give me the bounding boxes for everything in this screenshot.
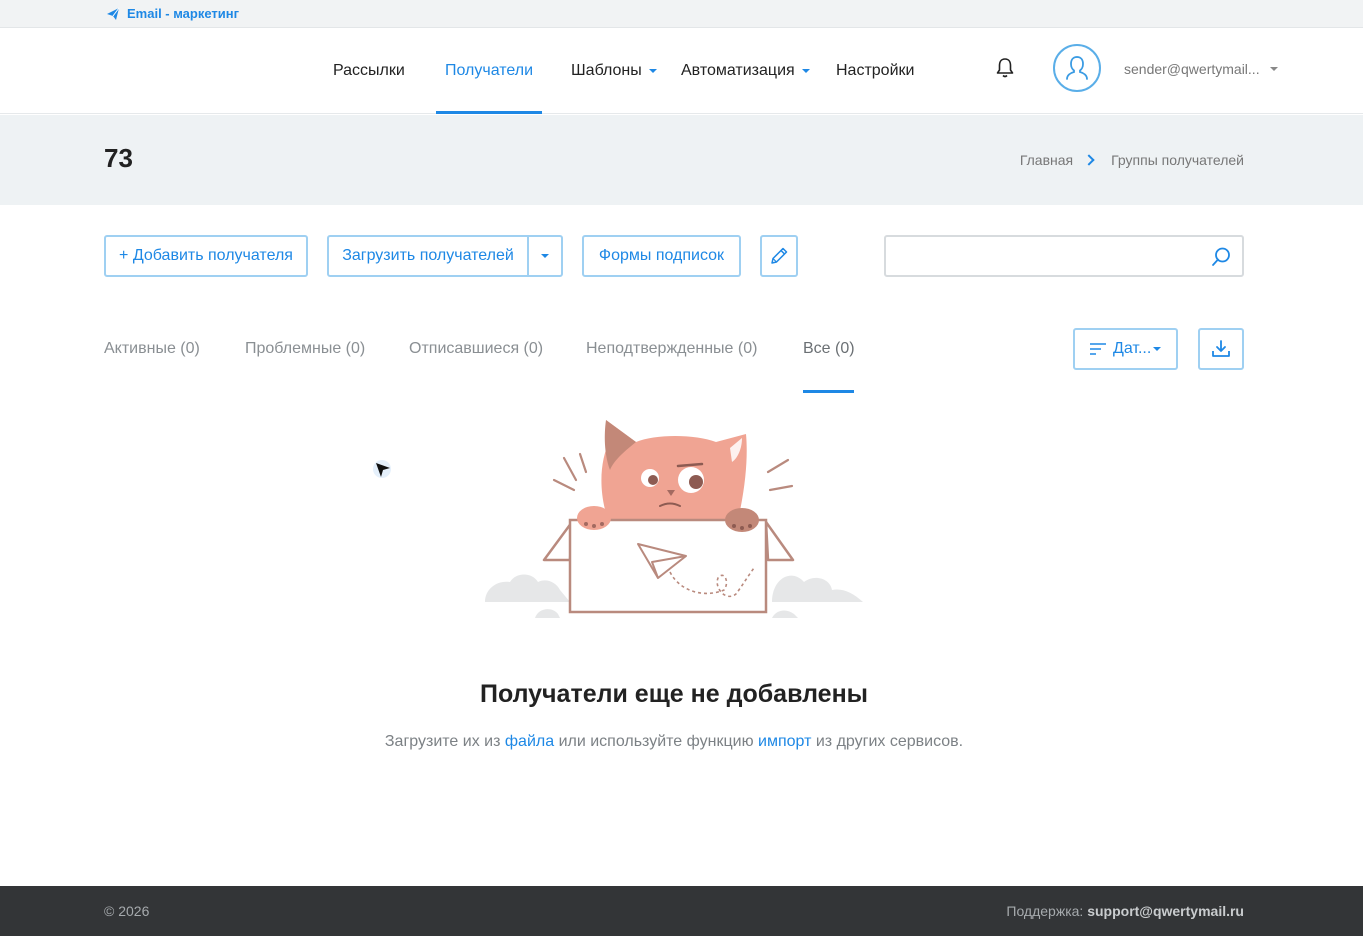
- download-button[interactable]: [1198, 328, 1244, 370]
- cursor-icon: [373, 460, 391, 478]
- upload-recipients-dropdown[interactable]: [529, 237, 561, 275]
- chevron-down-icon: [1153, 347, 1162, 351]
- empty-state-text: Загрузите их из файла или используйте фу…: [0, 733, 1348, 751]
- upload-recipients-main[interactable]: Загрузить получателей: [329, 237, 527, 275]
- file-link[interactable]: файла: [505, 733, 554, 750]
- support-email[interactable]: support@qwertymail.ru: [1087, 903, 1244, 919]
- empty-state-title: Получатели еще не добавлены: [479, 680, 869, 708]
- tab-all[interactable]: Все (0): [803, 340, 855, 358]
- avatar[interactable]: [1053, 44, 1101, 92]
- empty-text-after: из других сервисов.: [815, 733, 964, 750]
- tab-unsubscribed[interactable]: Отписавшиеся (0): [409, 340, 543, 358]
- nav-item-label: Рассылки: [333, 62, 405, 79]
- chevron-down-icon: [801, 69, 810, 73]
- copyright: © 2026: [104, 903, 150, 919]
- empty-cat-illustration: [485, 420, 863, 618]
- subscription-forms-button[interactable]: Формы подписок: [582, 235, 741, 277]
- paper-plane-icon: [107, 7, 120, 20]
- support-info: Поддержка: support@qwertymail.ru: [1006, 903, 1244, 919]
- top-strip: Email - маркетинг: [0, 0, 1363, 28]
- download-icon: [1212, 340, 1230, 357]
- upload-recipients-button[interactable]: Загрузить получателей: [327, 235, 563, 277]
- sort-label: Дат...: [1113, 340, 1152, 357]
- empty-text-middle: или используйте функцию: [558, 733, 754, 750]
- pencil-icon: [771, 247, 788, 264]
- account-menu[interactable]: sender@qwertymail...: [1124, 61, 1278, 77]
- tab-active[interactable]: Активные (0): [104, 340, 200, 358]
- brand-label[interactable]: Email - маркетинг: [127, 6, 239, 21]
- nav-item-settings[interactable]: Настройки: [836, 28, 914, 114]
- nav-item-recipients[interactable]: Получатели: [435, 28, 543, 114]
- tab-problematic[interactable]: Проблемные (0): [245, 340, 365, 358]
- empty-text-before: Загрузите их из: [384, 733, 501, 750]
- nav-item-label: Настройки: [836, 62, 915, 79]
- footer: © 2026 Поддержка: support@qwertymail.ru: [0, 886, 1363, 936]
- main-nav: Рассылки Получатели Шаблоны Автоматизаци…: [0, 28, 1363, 114]
- search-icon[interactable]: [1210, 246, 1232, 268]
- sort-button[interactable]: Дат...: [1073, 328, 1178, 370]
- user-icon: [1066, 56, 1088, 80]
- nav-item-templates[interactable]: Шаблоны: [571, 28, 657, 114]
- bell-icon[interactable]: [993, 56, 1017, 80]
- upload-recipients-label: Загрузить получателей: [342, 247, 514, 264]
- tab-indicator: [803, 390, 854, 393]
- nav-item-mailings[interactable]: Рассылки: [333, 28, 405, 114]
- breadcrumb: Главная Группы получателей: [1020, 152, 1244, 168]
- page-header: 73 Главная Группы получателей: [0, 115, 1363, 205]
- nav-item-label: Получатели: [445, 62, 534, 79]
- chevron-down-icon: [1269, 67, 1278, 71]
- add-recipient-button[interactable]: + Добавить получателя: [104, 235, 308, 277]
- import-link[interactable]: импорт: [758, 733, 811, 750]
- page-title: 73: [104, 143, 133, 173]
- breadcrumb-home[interactable]: Главная: [1020, 152, 1073, 168]
- breadcrumb-current: Группы получателей: [1111, 152, 1244, 168]
- subscription-forms-label: Формы подписок: [598, 247, 725, 264]
- chevron-down-icon: [540, 254, 549, 258]
- sort-icon: [1090, 343, 1106, 355]
- tab-unconfirmed[interactable]: Неподтвержденные (0): [586, 340, 757, 358]
- nav-item-automation[interactable]: Автоматизация: [681, 28, 810, 114]
- nav-item-label: Автоматизация: [681, 62, 795, 79]
- support-label: Поддержка:: [1006, 903, 1084, 919]
- nav-item-label: Шаблоны: [571, 62, 642, 79]
- account-email: sender@qwertymail...: [1124, 61, 1260, 77]
- chevron-right-icon: [1083, 154, 1095, 166]
- chevron-down-icon: [648, 69, 657, 73]
- edit-button[interactable]: [760, 235, 798, 277]
- search-input[interactable]: [884, 235, 1244, 277]
- add-recipient-label: + Добавить получателя: [119, 247, 293, 264]
